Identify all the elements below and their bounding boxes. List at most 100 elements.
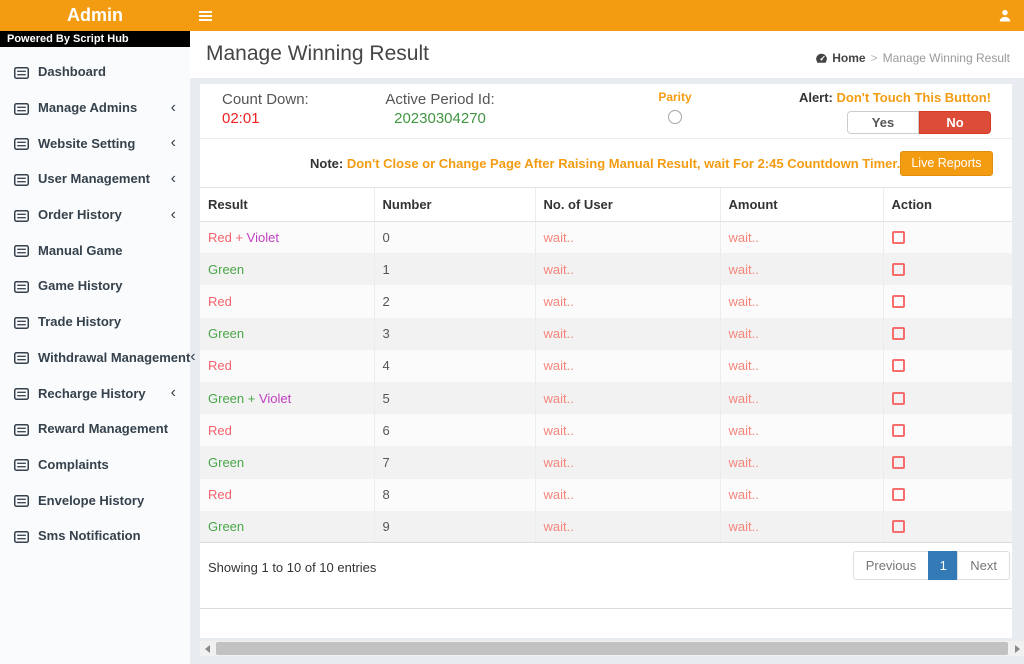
sidebar-item-trade-history[interactable]: Trade History ‹ bbox=[0, 304, 190, 340]
action-checkbox[interactable] bbox=[891, 230, 905, 244]
scrollbar-thumb[interactable] bbox=[216, 642, 1008, 655]
alert-text: Don't Touch This Button! bbox=[836, 90, 991, 105]
table-row: Green 3 wait.. wait.. bbox=[200, 317, 1012, 350]
sidebar-item-withdrawal-management[interactable]: Withdrawal Management ‹ bbox=[0, 340, 196, 376]
yes-button[interactable]: Yes bbox=[847, 111, 919, 134]
list-icon bbox=[14, 66, 29, 79]
number-cell: 1 bbox=[373, 253, 535, 286]
table-row: Red + Violet 0 wait.. wait.. bbox=[200, 221, 1012, 254]
list-icon bbox=[14, 173, 29, 186]
result-cell: Green + Violet bbox=[200, 381, 374, 415]
sidebar-item-manage-admins[interactable]: Manage Admins ‹ bbox=[0, 90, 190, 126]
breadcrumb-home-label: Home bbox=[832, 51, 866, 65]
column-header-result: Result bbox=[200, 188, 374, 222]
breadcrumb-home-link[interactable]: Home bbox=[815, 51, 866, 65]
showing-entries-text: Showing 1 to 10 of 10 entries bbox=[208, 560, 377, 576]
amount-cell: wait.. bbox=[719, 285, 883, 318]
hamburger-menu-button[interactable] bbox=[190, 0, 230, 31]
sidebar-item-label: Reward Management bbox=[38, 421, 169, 437]
top-header: Admin bbox=[0, 0, 1024, 31]
action-checkbox[interactable] bbox=[891, 294, 905, 308]
table-row: Red 8 wait.. wait.. bbox=[200, 478, 1012, 511]
action-checkbox[interactable] bbox=[891, 488, 905, 502]
chevron-left-icon: ‹ bbox=[170, 384, 176, 402]
sidebar-item-label: Manual Game bbox=[38, 242, 123, 258]
action-checkbox[interactable] bbox=[891, 455, 905, 469]
number-cell: 2 bbox=[373, 285, 535, 318]
result-cell: Green bbox=[200, 253, 374, 286]
brand-title: Admin bbox=[67, 5, 123, 25]
sidebar-item-manual-game[interactable]: Manual Game ‹ bbox=[0, 232, 190, 268]
sidebar-menu: Dashboard ‹ Manage Admins ‹ Website Sett… bbox=[0, 47, 196, 554]
no-button[interactable]: No bbox=[919, 111, 991, 134]
no-of-user-cell: wait.. bbox=[534, 285, 720, 318]
number-cell: 9 bbox=[373, 510, 535, 544]
chevron-left-icon: ‹ bbox=[170, 169, 176, 187]
list-icon bbox=[14, 458, 29, 472]
note-message: Don't Close or Change Page After Raising… bbox=[346, 155, 901, 171]
countdown-label: Count Down: bbox=[222, 91, 309, 108]
amount-cell: wait.. bbox=[719, 317, 883, 350]
table-row: Red 2 wait.. wait.. bbox=[200, 285, 1012, 318]
amount-cell: wait.. bbox=[719, 510, 883, 544]
pagination: Previous 1 Next bbox=[852, 551, 1010, 581]
sidebar-item-recharge-history[interactable]: Recharge History ‹ bbox=[0, 375, 190, 411]
sidebar-item-label: Sms Notification bbox=[38, 528, 141, 544]
page-1-button[interactable]: 1 bbox=[928, 551, 959, 581]
list-icon bbox=[14, 494, 29, 508]
previous-page-button[interactable]: Previous bbox=[852, 551, 930, 581]
dashboard-icon bbox=[815, 53, 828, 64]
sidebar-item-user-management[interactable]: User Management ‹ bbox=[0, 161, 190, 197]
powered-by-banner: Powered By Script Hub bbox=[0, 31, 190, 47]
sidebar-item-label: Withdrawal Management bbox=[38, 349, 191, 365]
content-header: Manage Winning Result Home > Manage Winn… bbox=[190, 31, 1024, 78]
action-checkbox[interactable] bbox=[891, 327, 905, 341]
scroll-right-arrow[interactable] bbox=[1010, 641, 1024, 656]
table-header-row: Result Number No. of User Amount Action bbox=[200, 188, 1012, 222]
sidebar-item-order-history[interactable]: Order History ‹ bbox=[0, 197, 190, 233]
sidebar-item-reward-management[interactable]: Reward Management ‹ bbox=[0, 411, 190, 447]
manage-winning-result-card: Count Down: 02:01 Active Period Id: 2023… bbox=[200, 84, 1012, 638]
page-title: Manage Winning Result bbox=[206, 42, 429, 65]
action-checkbox[interactable] bbox=[891, 520, 905, 534]
column-header-amount: Amount bbox=[719, 188, 883, 222]
live-reports-button[interactable]: Live Reports bbox=[900, 150, 993, 176]
amount-cell: wait.. bbox=[719, 414, 883, 447]
status-panel: Count Down: 02:01 Active Period Id: 2023… bbox=[200, 84, 1012, 138]
no-of-user-cell: wait.. bbox=[534, 381, 720, 415]
table-row: Green 7 wait.. wait.. bbox=[200, 446, 1012, 479]
action-cell bbox=[882, 221, 1012, 254]
sidebar-item-envelope-history[interactable]: Envelope History ‹ bbox=[0, 482, 190, 518]
list-icon bbox=[14, 316, 29, 329]
user-icon[interactable] bbox=[998, 9, 1012, 22]
action-checkbox[interactable] bbox=[891, 423, 905, 437]
scroll-left-arrow[interactable] bbox=[200, 641, 214, 656]
sidebar-item-website-setting[interactable]: Website Setting ‹ bbox=[0, 125, 190, 161]
number-cell: 5 bbox=[373, 381, 535, 415]
chevron-left-icon: ‹ bbox=[170, 205, 176, 223]
countdown-block: Count Down: 02:01 bbox=[222, 91, 309, 127]
action-cell bbox=[882, 349, 1012, 382]
result-cell: Green bbox=[200, 510, 374, 544]
action-checkbox[interactable] bbox=[891, 359, 905, 373]
hamburger-icon bbox=[199, 10, 212, 21]
next-page-button[interactable]: Next bbox=[957, 551, 1010, 581]
action-checkbox[interactable] bbox=[891, 262, 905, 276]
sidebar-item-sms-notification[interactable]: Sms Notification ‹ bbox=[0, 518, 190, 554]
column-header-number: Number bbox=[373, 188, 535, 222]
parity-radio[interactable] bbox=[668, 110, 682, 124]
sidebar-item-complaints[interactable]: Complaints ‹ bbox=[0, 447, 190, 483]
no-of-user-cell: wait.. bbox=[534, 478, 720, 511]
sidebar-item-dashboard[interactable]: Dashboard ‹ bbox=[0, 54, 190, 90]
sidebar-item-game-history[interactable]: Game History ‹ bbox=[0, 268, 190, 304]
action-checkbox[interactable] bbox=[891, 391, 905, 405]
result-cell: Green bbox=[200, 317, 374, 350]
list-icon bbox=[14, 423, 29, 436]
note-prefix: Note: bbox=[310, 155, 344, 171]
horizontal-scrollbar[interactable] bbox=[200, 641, 1024, 656]
breadcrumb-separator: > bbox=[870, 51, 878, 65]
no-of-user-cell: wait.. bbox=[534, 349, 720, 382]
number-cell: 6 bbox=[373, 414, 535, 447]
result-cell: Green bbox=[200, 446, 374, 479]
sidebar-item-label: Game History bbox=[38, 278, 123, 294]
